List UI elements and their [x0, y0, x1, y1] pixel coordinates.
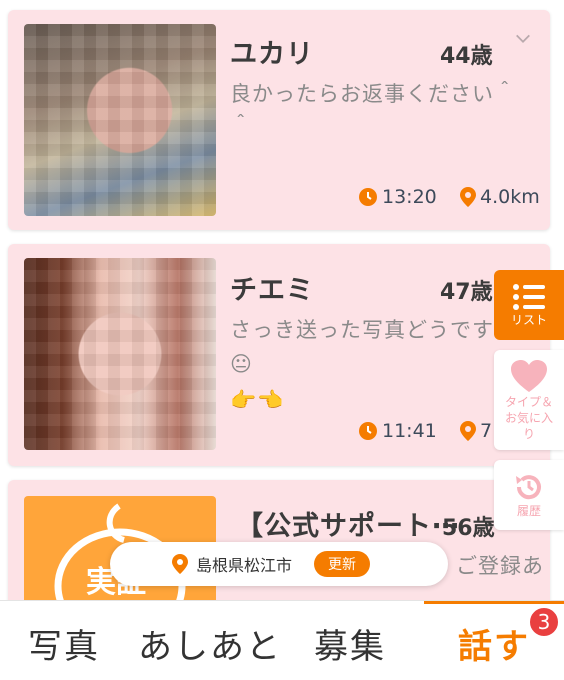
message-preview: さっき送った写真どうです	[230, 318, 494, 342]
message-emoji-line: 😐	[230, 352, 253, 376]
tab-photos[interactable]: 写真	[28, 619, 100, 668]
tab-recruit[interactable]: 募集	[314, 619, 386, 668]
distance-text: 4.0km	[480, 186, 540, 208]
message-preview: ご登録ありがとうございます🥭	[456, 554, 546, 578]
message-emoji-line: 👉👈	[230, 388, 285, 412]
location-pin-icon	[172, 554, 188, 574]
favorite-button[interactable]: タイプ＆お気に入り	[494, 350, 564, 450]
message-preview: 良かったらお返事ください＾＾	[230, 82, 516, 139]
list-view-button[interactable]: リスト	[494, 270, 564, 340]
active-tab-indicator	[424, 601, 564, 604]
time-meta: 11:41	[358, 420, 437, 442]
message-card[interactable]: チエミ 47歳 さっき送った写真どうです 😐 👉👈 11:41 7.	[8, 244, 550, 466]
unread-badge: 3	[528, 606, 560, 638]
list-icon	[513, 284, 545, 310]
tab-footprints[interactable]: あしあと	[138, 619, 282, 668]
heart-icon	[511, 360, 547, 392]
list-label: リスト	[510, 313, 547, 327]
profile-photo[interactable]	[24, 24, 216, 216]
user-age: 47歳	[440, 280, 493, 305]
clock-icon	[359, 188, 377, 206]
update-location-button[interactable]: 更新	[314, 551, 371, 577]
history-button[interactable]: 履歴	[494, 460, 564, 530]
clock-icon	[359, 422, 377, 440]
tab-talk[interactable]: 話す	[458, 619, 530, 668]
location-label: 島根県松江市	[196, 556, 293, 575]
message-feed[interactable]: ユカリ 44歳 良かったらお返事ください＾＾ 13:20 4.0km チエミ 4…	[0, 0, 564, 600]
history-icon	[516, 475, 541, 500]
location-pin-icon	[460, 187, 476, 207]
location-bar: 島根県松江市 更新	[110, 542, 448, 586]
time-meta: 13:20	[358, 186, 437, 208]
time-text: 11:41	[382, 420, 437, 442]
bottom-tab-bar: 写真 あしあと 募集 話す	[0, 600, 564, 680]
favorite-label: タイプ＆お気に入り	[504, 395, 553, 441]
user-name: チエミ	[230, 275, 314, 306]
user-age: 44歳	[440, 44, 493, 69]
chevron-down-icon[interactable]	[514, 30, 532, 48]
message-card[interactable]: ユカリ 44歳 良かったらお返事ください＾＾ 13:20 4.0km	[8, 10, 550, 230]
distance-meta: 7.	[460, 420, 498, 442]
user-name: ユカリ	[230, 39, 314, 70]
distance-meta: 4.0km	[460, 186, 540, 208]
time-text: 13:20	[382, 186, 437, 208]
profile-photo[interactable]	[24, 258, 216, 450]
history-label: 履歴	[516, 504, 541, 518]
location-pin-icon	[460, 421, 476, 441]
user-age: 56歳	[442, 516, 495, 541]
user-name: 【公式サポート⋯	[236, 511, 460, 542]
